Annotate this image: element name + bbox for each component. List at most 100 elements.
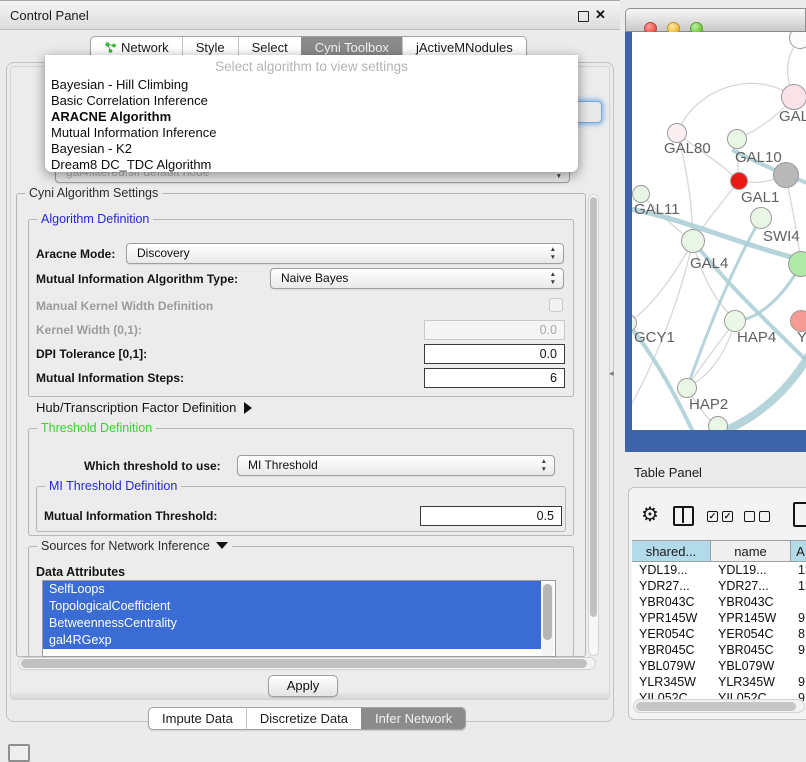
table-cell: 13 [791,562,806,578]
dpi-tolerance-field[interactable]: 0.0 [424,344,565,364]
algorithm-option[interactable]: Basic Correlation Inference [49,93,574,109]
table-cell: YPR145W [711,610,791,626]
control-panel-titlebar: Control Panel ✕ [0,0,620,30]
table-row[interactable]: YBR043CYBR043C [632,594,806,610]
manual-kernel-label: Manual Kernel Width Definition [36,299,213,313]
manual-kernel-checkbox[interactable] [549,298,563,312]
network-node[interactable] [773,162,799,188]
popup-placeholder: Select algorithm to view settings [45,59,578,74]
table-column-header[interactable]: shared... [632,541,711,561]
aracne-mode-label: Aracne Mode: [36,247,115,261]
table-cell: 9. [791,674,806,690]
tab-impute-data[interactable]: Impute Data [149,708,246,729]
float-panel-icon[interactable] [578,11,589,22]
data-attribute-item[interactable]: gal4RGexp [43,632,541,649]
mi-type-combo[interactable]: Naive Bayes ▲▼ [270,268,564,289]
settings-hscrollbar[interactable] [18,657,596,670]
tab-discretize-data[interactable]: Discretize Data [246,708,361,729]
network-node[interactable] [708,416,728,430]
list-vscrollbar[interactable] [541,582,554,656]
settings-vscrollbar[interactable] [588,194,599,656]
apply-button[interactable]: Apply [268,675,338,697]
table-cell: YBR043C [711,594,791,610]
data-attribute-item[interactable]: TopologicalCoefficient [43,598,541,615]
network-node-label: GAL4 [690,255,728,272]
hscrollbar-thumb[interactable] [21,659,587,668]
network-node-label: GAL [779,108,806,125]
vscrollbar-thumb[interactable] [590,197,597,617]
network-node-label: Y [797,329,806,346]
kernel-width-field[interactable]: 0.0 [424,320,565,340]
table-row[interactable]: YBR045CYBR045C9. [632,642,806,658]
table-row[interactable]: YLR345WYLR345W9. [632,674,806,690]
table-cell: YER054C [711,626,791,642]
cyni-settings-title: Cyni Algorithm Settings [25,186,162,200]
network-node-label: HAP4 [737,329,776,346]
table-row[interactable]: YDL19...YDL19...13 [632,562,806,578]
table-cell: 8. [791,626,806,642]
data-attributes-list[interactable]: SelfLoopsTopologicalCoefficientBetweenne… [42,580,556,657]
table-column-header[interactable]: name [711,541,791,561]
table-cell: YLR345W [711,674,791,690]
network-node-label: GCY1 [634,329,675,346]
mi-threshold-field[interactable]: 0.5 [420,506,562,526]
table-hscrollbar[interactable] [633,699,805,713]
table-cell: YBL079W [711,658,791,674]
network-canvas[interactable]: GALGAL80GAL10GAL1GAL11SWI4GAL4GCY1HAP4YH… [632,32,806,430]
which-threshold-combo[interactable]: MI Threshold ▲▼ [237,455,555,476]
list-vscrollbar-thumb[interactable] [543,584,552,640]
table-column-header[interactable]: A [791,541,806,561]
table-row[interactable]: YBL079WYBL079W [632,658,806,674]
table-cell: YDL19... [632,562,711,578]
sources-title[interactable]: Sources for Network Inference [37,539,232,553]
table-cell: YDL19... [711,562,791,578]
mi-steps-field[interactable]: 6 [424,368,565,388]
split-view-icon[interactable] [673,506,694,526]
network-node-swi4[interactable] [750,207,772,229]
aracne-mode-combo[interactable]: Discovery ▲▼ [126,243,564,264]
network-node-gal4[interactable] [681,229,705,253]
dock-panel-icon[interactable] [8,744,30,762]
algorithm-option[interactable]: Bayesian - Hill Climbing [49,77,574,93]
table-panel-title: Table Panel [634,465,702,480]
hide-columns-icon[interactable] [744,511,770,522]
table-hscrollbar-thumb[interactable] [636,702,796,711]
stepper-icon: ▲▼ [541,458,547,473]
threshold-definition-title: Threshold Definition [37,421,156,435]
app-root: Control Panel ✕ NetworkStyleSelectCyni T… [0,0,806,762]
algorithm-option[interactable]: Mutual Information Inference [49,125,574,141]
data-attributes-items: SelfLoopsTopologicalCoefficientBetweenne… [43,581,555,649]
gear-icon[interactable]: ⚙ [641,502,659,527]
show-columns-icon[interactable]: ✓ ✓ [707,511,733,522]
table-row[interactable]: YER054CYER054C8. [632,626,806,642]
new-table-icon[interactable] [793,502,806,527]
table-cell [791,658,806,674]
table-cell: YER054C [632,626,711,642]
hub-definition-disclosure[interactable]: Hub/Transcription Factor Definition [36,400,252,415]
table-row[interactable]: YPR145WYPR145W9. [632,610,806,626]
chevron-down-icon [216,542,228,549]
network-node-gal[interactable] [781,84,806,110]
network-node-gal10[interactable] [727,129,747,149]
table-cell: YBR043C [632,594,711,610]
data-attribute-item[interactable]: BetweennessCentrality [43,615,541,632]
algorithm-option[interactable]: Bayesian - K2 [49,141,574,157]
table-cell: 9. [791,610,806,626]
algorithm-option[interactable]: ARACNE Algorithm [49,109,574,125]
algorithm-option-list: Bayesian - Hill ClimbingBasic Correlatio… [49,77,574,173]
table-cell: 12 [791,578,806,594]
network-node-label: HAP2 [689,396,728,413]
tab-infer-network[interactable]: Infer Network [361,708,465,729]
network-node-hap2[interactable] [677,378,697,398]
close-panel-icon[interactable]: ✕ [595,7,606,23]
network-node-gal1[interactable] [730,172,748,190]
data-attribute-item[interactable]: SelfLoops [43,581,541,598]
splitter-arrow-icon[interactable]: ◂ [609,368,614,379]
network-window-titlebar[interactable] [625,8,806,32]
mi-threshold-group-title: MI Threshold Definition [45,479,181,493]
network-node-label: GAL1 [741,189,779,206]
tab-label: jActiveMNodules [416,40,513,55]
algorithm-option[interactable]: Dream8 DC_TDC Algorithm [49,157,574,173]
mi-steps-label: Mutual Information Steps: [36,371,184,385]
table-row[interactable]: YDR27...YDR27...12 [632,578,806,594]
